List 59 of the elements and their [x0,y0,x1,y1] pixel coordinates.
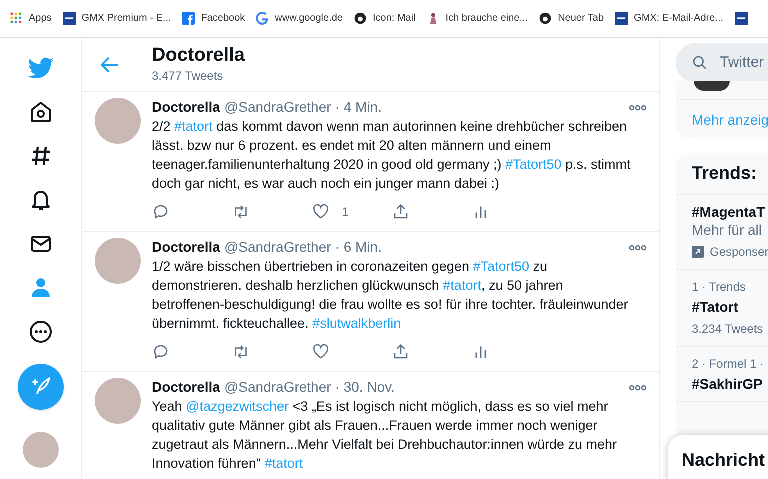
trend-name[interactable]: #MagentaT [692,203,768,221]
bookmark[interactable]: Ich brauche eine... [426,11,528,26]
tweet-text: Yeah @tazgezwitscher <3 „Es ist logisch nicht möglich, dass es so viel mehr qualitativ gute Männer gibt als Frauen...Frauen werde immer noch weniger zugetraut als Männern...Mehr Vielfalt bei Drehbuchautor:innen würde zu mehr Innovation führen" #tatort [152,398,618,473]
share-icon[interactable] [392,203,410,221]
compose-tweet-button[interactable] [18,364,64,410]
bookmark[interactable]: www.google.de [256,11,343,26]
promoted-icon [692,246,704,258]
bookmark[interactable]: Facebook [182,11,246,26]
trend-context: 1 · Trends [692,279,748,296]
avatar[interactable] [694,81,730,91]
bookmark[interactable]: GMX: E-Mail-Adre... [615,11,724,26]
mail-logo-icon [615,12,628,25]
facebook-logo-icon [182,12,196,25]
author-handle[interactable]: @SandraGrether [224,378,332,397]
mail-logo-icon [62,12,76,25]
tweet-count: 3.477 Tweets [152,68,224,84]
bookmark[interactable]: GMX Premium - E... [62,11,172,26]
messages-title: Nachricht [682,450,766,470]
heart-icon[interactable] [312,203,330,221]
author-name[interactable]: Doctorella [152,238,220,257]
more-options-icon[interactable] [629,104,647,110]
author-name[interactable]: Doctorella [152,98,220,117]
search-field[interactable]: Twitter [676,43,768,83]
bookmark[interactable]: Neuer Tab [539,11,604,26]
apps-grid-icon [10,12,23,25]
author-handle[interactable]: @SandraGrether [224,98,332,117]
search-input[interactable]: Twitter [720,52,768,74]
tweet-count: 3.234 Tweets [692,321,764,338]
trend-context: 2 · Formel 1 · [692,356,766,373]
more-options-icon[interactable] [629,244,647,250]
like-count: 1 [342,204,349,221]
back-arrow-icon[interactable] [101,56,119,72]
mail-logo-icon[interactable] [734,12,748,25]
reply-icon[interactable] [152,343,170,361]
tweet-text: 2/2 #tatort das kommt davon wenn man autorinnen keine drehbücher schreiben lässt. bzw nur 6 prozent. es endet mit 20 alten männern und einem teenager.familienunterhaltung 2020 in good old germany ;) #Tatort50 p.s. stimmt doch gar nicht, es war auch noch ein junger mann dabei :) [152,118,632,193]
messages-panel[interactable]: Nachricht [668,435,768,479]
share-icon[interactable] [392,343,410,361]
bookmark[interactable]: Icon: Mail [354,11,416,26]
trends-title: Trends: [692,162,758,185]
reply-icon[interactable] [152,203,170,221]
heart-icon[interactable] [312,343,330,361]
author-name[interactable]: Doctorella [152,378,220,397]
timestamp[interactable]: · 30. Nov. [335,378,395,397]
trend-name[interactable]: #Tatort [692,298,768,316]
home-icon[interactable] [28,100,52,124]
timestamp[interactable]: · 6 Min. [335,238,382,257]
author-handle[interactable]: @SandraGrether [224,238,332,257]
timestamp[interactable]: · 4 Min. [335,98,382,117]
search-icon [692,55,708,71]
bookmark[interactable]: Apps [10,11,52,26]
retweet-icon[interactable] [232,203,250,221]
profile-name-title: Doctorella [152,44,245,66]
retweet-icon[interactable] [232,343,250,361]
more-options-icon[interactable] [629,384,647,390]
trend-description: Mehr für all [692,221,764,239]
trend-name[interactable]: #SakhirGP [692,375,768,393]
g-logo-icon [256,12,270,25]
more-icon[interactable] [28,320,52,344]
tweet-text: 1/2 wäre bisschen übertrieben in coronazeiten gegen #Tatort50 zu demonstrieren. deshalb herzlichen glückwunsch #tatort, zu 50 jahren betroffenen-beschuldigung! die frau wollte es so! für ihre tochter. fräuleinwunder übernimmt. fickteuchallee. #slutwalkberlin [152,258,630,333]
